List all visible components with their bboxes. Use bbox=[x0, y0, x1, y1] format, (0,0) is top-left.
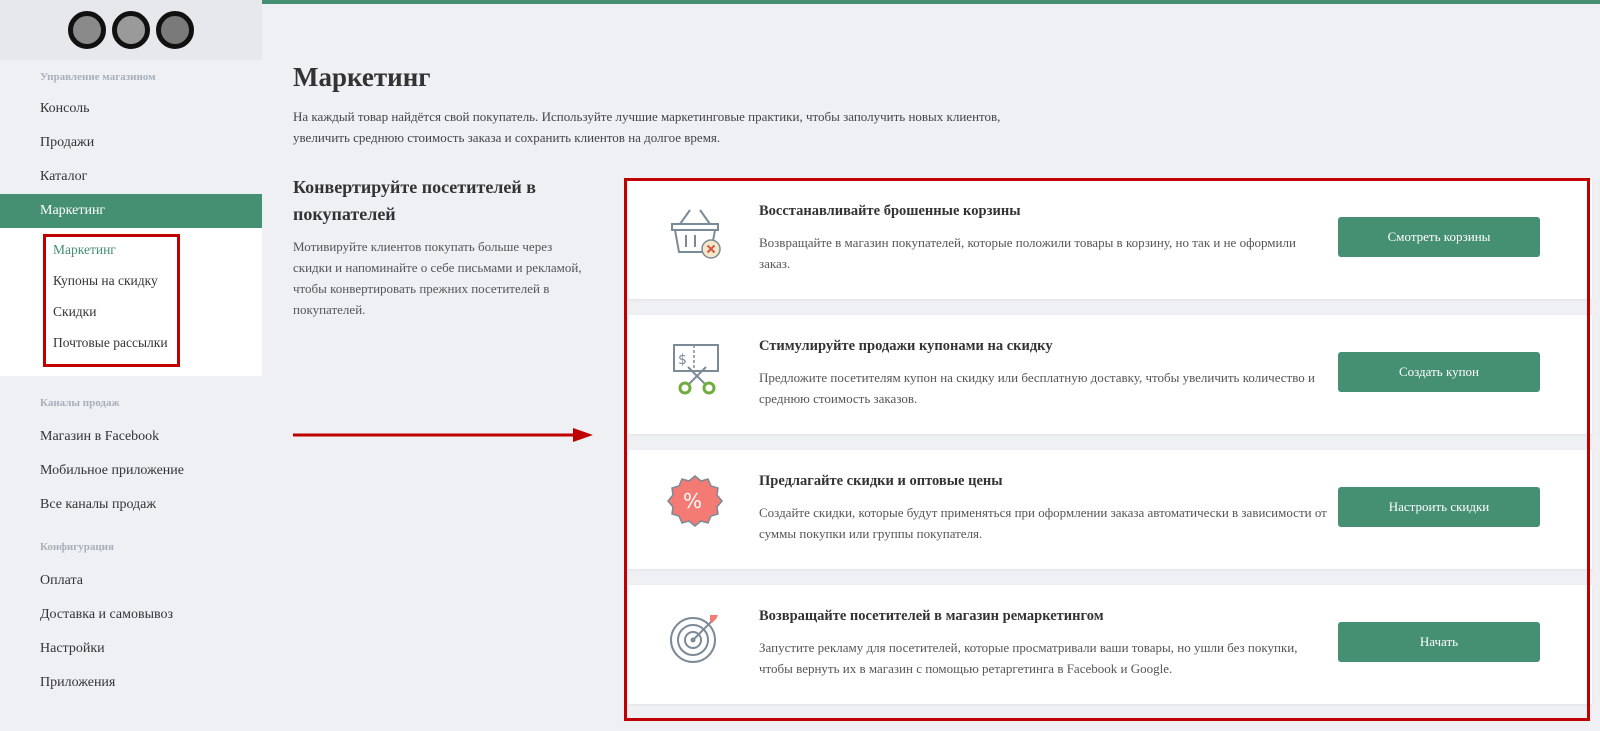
section-label-store: Управление магазином bbox=[40, 71, 156, 83]
sidebar-item-mobile-app[interactable]: Мобильное приложение bbox=[0, 454, 262, 488]
card-coupons: $ Стимулируйте продажи купонами на скидк… bbox=[628, 315, 1592, 434]
setup-discounts-button[interactable]: Настроить скидки bbox=[1338, 487, 1540, 527]
section-label-config: Конфигурация bbox=[40, 541, 114, 553]
card-title: Восстанавливайте брошенные корзины bbox=[759, 203, 1021, 219]
logo-dot-icon bbox=[68, 11, 106, 49]
sidebar-item-apps[interactable]: Приложения bbox=[0, 666, 262, 700]
card-description: Предложите посетителям купон на скидку и… bbox=[759, 370, 1315, 406]
sidebar-item-payment[interactable]: Оплата bbox=[0, 564, 262, 598]
sidebar-item-settings[interactable]: Настройки bbox=[0, 632, 262, 666]
sidebar-item-delivery[interactable]: Доставка и самовывоз bbox=[0, 598, 262, 632]
page-description: На каждый товар найдётся свой покупатель… bbox=[293, 109, 1001, 145]
coupon-scissors-icon: $ bbox=[673, 344, 719, 395]
section-label-channels: Каналы продаж bbox=[40, 397, 120, 409]
svg-text:$: $ bbox=[678, 352, 687, 368]
start-remarketing-button[interactable]: Начать bbox=[1338, 622, 1540, 662]
percent-badge-icon: % bbox=[667, 475, 723, 527]
logo-dot-icon bbox=[156, 11, 194, 49]
sidebar-item-all-channels[interactable]: Все каналы продаж bbox=[0, 488, 262, 522]
card-remarketing: Возвращайте посетителей в магазин ремарк… bbox=[628, 585, 1592, 704]
basket-icon bbox=[671, 209, 721, 259]
sidebar-item-facebook-store[interactable]: Магазин в Facebook bbox=[0, 420, 262, 454]
card-title: Предлагайте скидки и оптовые цены bbox=[759, 473, 1003, 489]
svg-text:%: % bbox=[683, 489, 702, 513]
top-accent-line bbox=[262, 0, 1600, 4]
create-coupon-button[interactable]: Создать купон bbox=[1338, 352, 1540, 392]
target-icon bbox=[670, 615, 718, 663]
card-description: Возвращайте в магазин покупателей, котор… bbox=[759, 235, 1296, 271]
card-discounts: % Предлагайте скидки и оптовые цены Созд… bbox=[628, 450, 1592, 569]
card-title: Возвращайте посетителей в магазин ремарк… bbox=[759, 608, 1104, 624]
sidebar-item-console[interactable]: Консоль bbox=[0, 92, 262, 126]
card-description: Создайте скидки, которые будут применять… bbox=[759, 505, 1327, 541]
logo-dot-icon bbox=[112, 11, 150, 49]
card-title: Стимулируйте продажи купонами на скидку bbox=[759, 338, 1053, 354]
sidebar-item-catalog[interactable]: Каталог bbox=[0, 160, 262, 194]
card-description: Запустите рекламу для посетителей, котор… bbox=[759, 640, 1298, 676]
sidebar-item-marketing[interactable]: Маркетинг bbox=[0, 194, 262, 228]
submenu-highlight-frame bbox=[43, 234, 180, 367]
view-carts-button[interactable]: Смотреть корзины bbox=[1338, 217, 1540, 257]
sidebar: Управление магазином Консоль Продажи Кат… bbox=[0, 0, 262, 731]
section-heading: Конвертируйте посетителей в покупателей bbox=[293, 177, 536, 224]
section-description: Мотивируйте клиентов покупать больше чер… bbox=[293, 239, 582, 317]
marketing-submenu: Маркетинг Купоны на скидку Скидки Почтов… bbox=[0, 228, 262, 376]
card-abandoned-carts: Восстанавливайте брошенные корзины Возвр… bbox=[628, 180, 1592, 299]
pointer-arrow-icon bbox=[293, 428, 593, 442]
logo[interactable] bbox=[0, 0, 262, 60]
page-title: Маркетинг bbox=[293, 62, 431, 92]
sidebar-item-sales[interactable]: Продажи bbox=[0, 126, 262, 160]
